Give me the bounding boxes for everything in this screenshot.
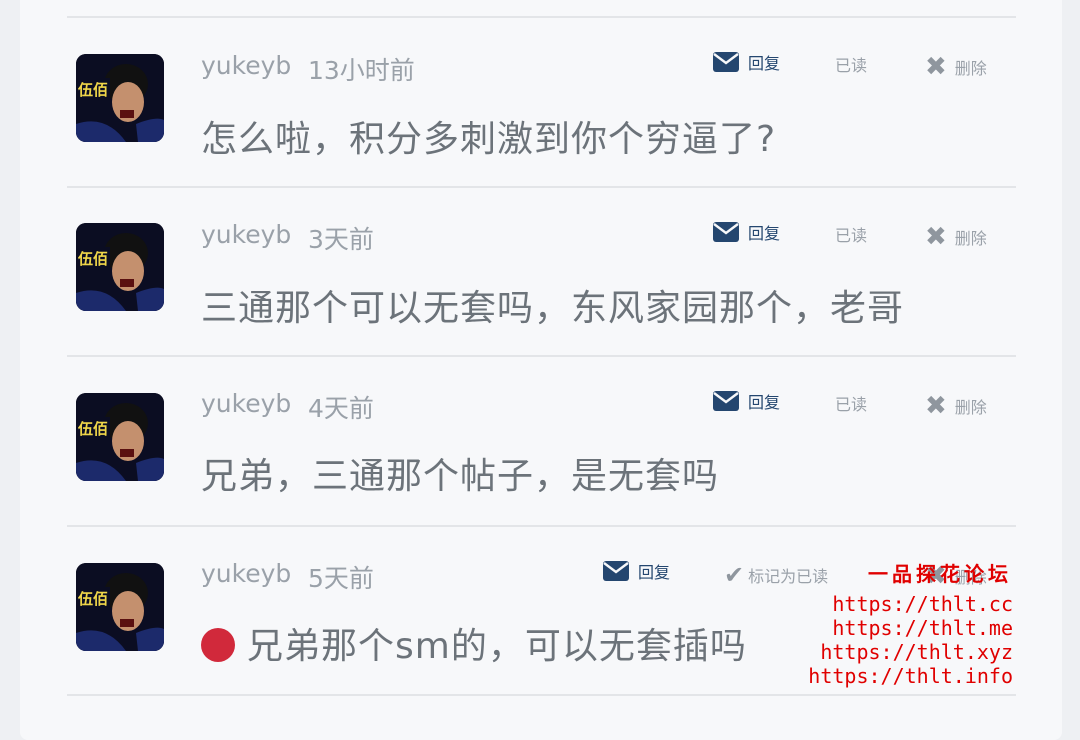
mark-read-label: 标记为已读 [748,567,829,586]
watermark-link: https://thlt.xyz [820,640,1013,664]
envelope-icon [603,561,629,581]
reply-label: 回复 [748,393,781,412]
watermark-link: https://thlt.info [808,664,1013,688]
message-time: 5天前 [308,564,374,593]
reply-label: 回复 [638,563,671,582]
avatar[interactable]: 伍佰 [76,223,164,311]
message-item: 伍佰 yukeyb 13小时前 回复 已读 ✖ 删除 怎么啦，积分多刺激到你个穷… [0,18,1080,188]
avatar-image-icon: 伍佰 [76,393,164,481]
avatar[interactable]: 伍佰 [76,393,164,481]
message-content[interactable]: 兄弟那个sm的，可以无套插吗 [201,617,747,669]
delete-button[interactable]: ✖ 删除 [925,52,987,82]
delete-label: 删除 [954,398,987,417]
avatar-image-icon: 伍佰 [76,54,164,142]
avatar[interactable]: 伍佰 [76,563,164,651]
watermark-link: https://thlt.cc [832,592,1013,616]
message-time: 4天前 [308,394,374,423]
unread-dot-icon [201,628,235,662]
envelope-icon [713,222,739,242]
divider [67,694,1016,696]
read-status[interactable]: 已读 [835,222,867,246]
delete-button[interactable]: ✖ 删除 [925,222,987,252]
message-content[interactable]: 兄弟，三通那个帖子，是无套吗 [201,447,719,499]
message-item: 伍佰 yukeyb 3天前 回复 已读 ✖ 删除 三通那个可以无套吗，东风家园那… [0,188,1080,358]
reply-button[interactable]: 回复 [712,50,780,74]
message-username[interactable]: yukeyb [201,559,291,588]
mark-read-button[interactable]: ✔ 标记为已读 [724,561,828,589]
avatar-image-icon: 伍佰 [76,223,164,311]
svg-text:伍佰: 伍佰 [77,250,108,268]
reply-label: 回复 [748,54,781,73]
close-icon: ✖ [925,222,947,252]
read-status[interactable]: 已读 [835,391,867,415]
watermark-link: https://thlt.me [832,616,1013,640]
avatar[interactable]: 伍佰 [76,54,164,142]
delete-button[interactable]: ✖ 删除 [925,391,987,421]
read-status[interactable]: 已读 [835,52,867,76]
message-content[interactable]: 三通那个可以无套吗，东风家园那个，老哥 [201,279,904,331]
message-text: 兄弟那个sm的，可以无套插吗 [247,626,747,667]
avatar-image-icon: 伍佰 [76,563,164,651]
message-username[interactable]: yukeyb [201,389,291,418]
message-time: 3天前 [308,225,374,254]
svg-text:伍佰: 伍佰 [77,420,108,438]
delete-label: 删除 [954,59,987,78]
close-icon: ✖ [925,391,947,421]
message-username[interactable]: yukeyb [201,220,291,249]
reply-button[interactable]: 回复 [712,389,780,413]
reply-button[interactable]: 回复 [712,220,780,244]
envelope-icon [713,52,739,72]
message-content[interactable]: 怎么啦，积分多刺激到你个穷逼了? [201,110,776,162]
reply-button[interactable]: 回复 [602,559,670,583]
check-icon: ✔ [724,561,745,589]
watermark-links: https://thlt.cc https://thlt.me https://… [808,592,1013,688]
reply-label: 回复 [748,224,781,243]
delete-label: 删除 [954,229,987,248]
close-icon: ✖ [925,52,947,82]
message-username[interactable]: yukeyb [201,51,291,80]
watermark-title: 一品探花论坛 [868,562,1012,586]
envelope-icon [713,391,739,411]
svg-text:伍佰: 伍佰 [77,81,108,99]
message-item: 伍佰 yukeyb 4天前 回复 已读 ✖ 删除 兄弟，三通那个帖子，是无套吗 [0,357,1080,527]
message-time: 13小时前 [308,56,415,85]
svg-text:伍佰: 伍佰 [77,590,108,608]
